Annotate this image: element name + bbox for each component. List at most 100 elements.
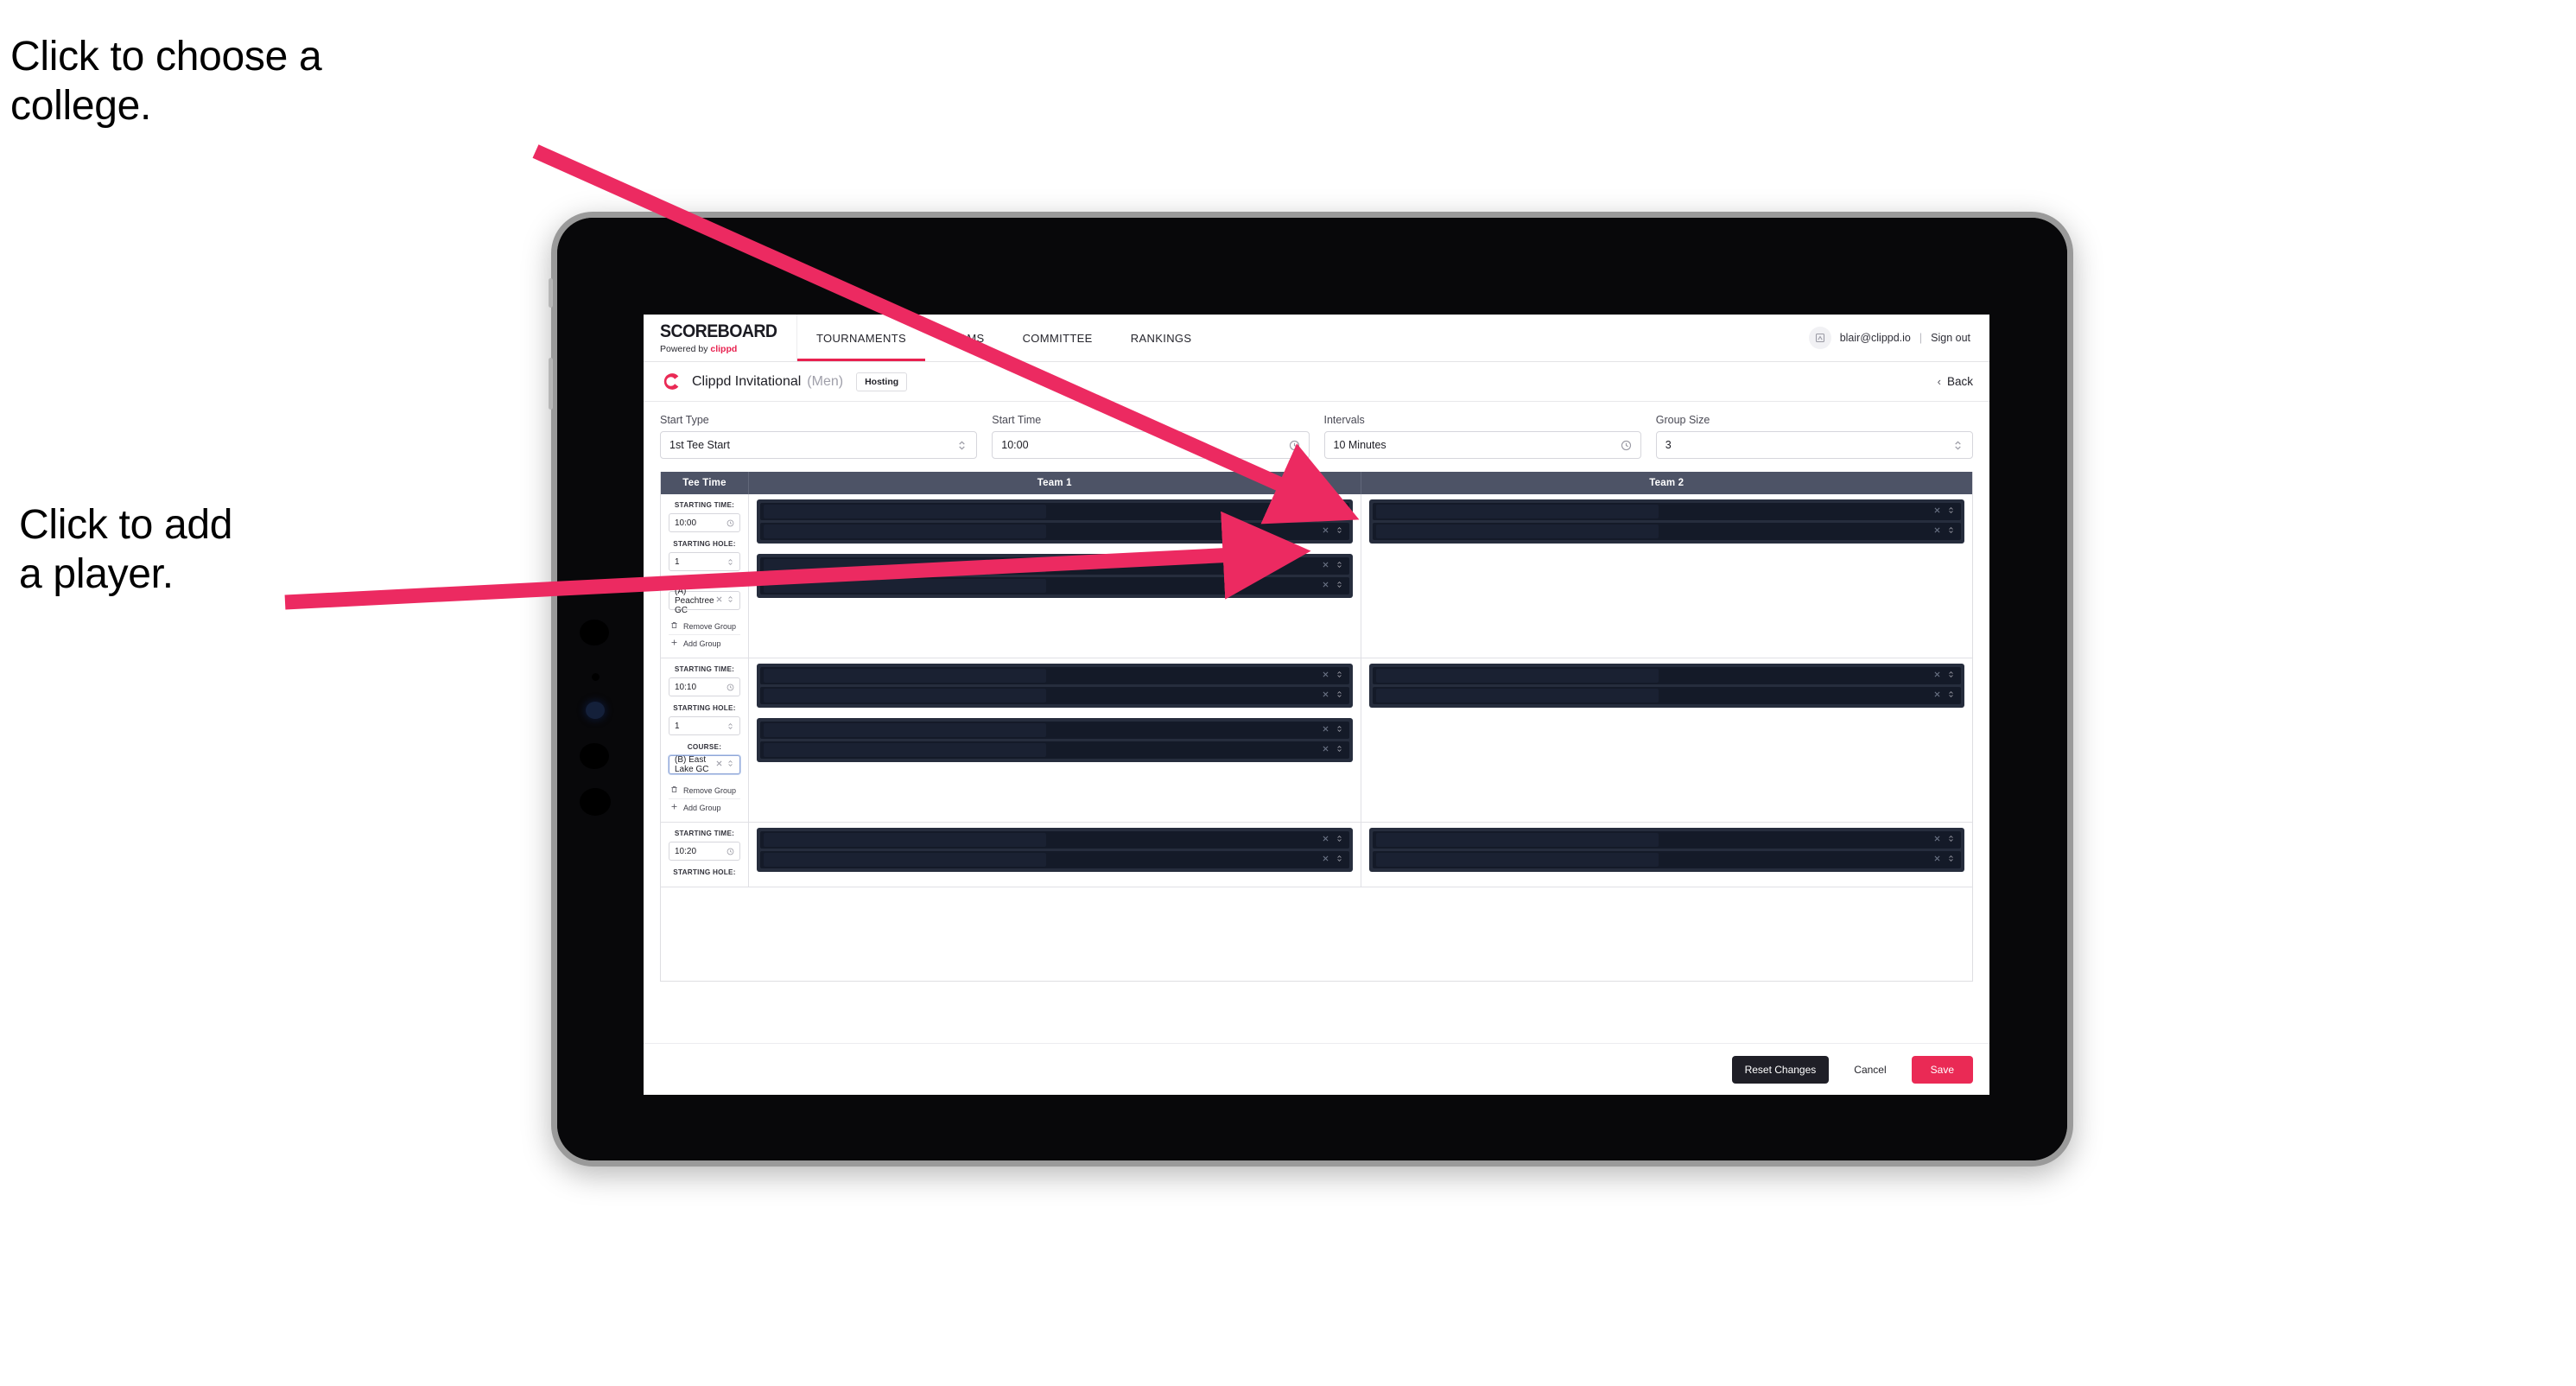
nav-item-tournaments[interactable]: TOURNAMENTS [797, 315, 925, 361]
player-row-actions[interactable] [1322, 835, 1343, 845]
group-card[interactable] [1368, 499, 1964, 544]
clear-player-icon[interactable] [1933, 506, 1941, 517]
player-row[interactable] [1372, 503, 1961, 520]
clear-course-icon[interactable] [715, 595, 723, 606]
group-card[interactable] [757, 499, 1353, 544]
updown-chevron-icon[interactable] [1336, 506, 1343, 517]
player-row-actions[interactable] [1322, 561, 1343, 571]
clear-player-icon[interactable] [1322, 690, 1329, 701]
player-row[interactable] [760, 557, 1349, 575]
updown-chevron-icon[interactable] [1336, 725, 1343, 735]
group-card[interactable] [757, 828, 1353, 872]
nav-item-teams[interactable]: TEAMS [925, 315, 1004, 361]
player-row-actions[interactable] [1322, 526, 1343, 537]
sign-out-link[interactable]: Sign out [1931, 332, 1970, 344]
clear-player-icon[interactable] [1933, 690, 1941, 701]
reset-changes-button[interactable]: Reset Changes [1731, 1055, 1830, 1084]
remove-group-button[interactable]: Remove Group [669, 782, 740, 798]
player-row-actions[interactable] [1322, 690, 1343, 701]
clear-player-icon[interactable] [1322, 855, 1329, 865]
starting-time-input[interactable]: 10:10 [669, 677, 740, 696]
brand-logo[interactable]: SCOREBOARD Powered by clippd [644, 315, 797, 361]
updown-chevron-icon[interactable] [1336, 690, 1343, 701]
player-row[interactable] [1372, 523, 1961, 540]
updown-chevron-icon[interactable] [1947, 690, 1955, 701]
updown-chevron-icon[interactable] [1336, 526, 1343, 537]
updown-chevron-icon[interactable] [1336, 835, 1343, 845]
clear-player-icon[interactable] [1322, 835, 1329, 845]
starting-hole-stepper[interactable]: 1 [669, 552, 740, 571]
course-select[interactable]: (A) Peachtree GC [669, 587, 740, 615]
clear-player-icon[interactable] [1322, 725, 1329, 735]
nav-item-rankings[interactable]: RANKINGS [1112, 315, 1211, 361]
cancel-button[interactable]: Cancel [1841, 1056, 1899, 1084]
player-row-actions[interactable] [1933, 526, 1955, 537]
add-group-button[interactable]: Add Group [669, 634, 740, 652]
clear-course-icon[interactable] [715, 760, 723, 770]
add-group-button[interactable]: Add Group [669, 798, 740, 816]
course-field-icons[interactable] [715, 595, 734, 606]
save-button[interactable]: Save [1911, 1055, 1973, 1084]
player-row-actions[interactable] [1322, 671, 1343, 681]
updown-chevron-icon[interactable] [726, 760, 734, 770]
course-select[interactable]: (B) East Lake GC [669, 755, 740, 774]
player-row[interactable] [1372, 667, 1961, 684]
clear-player-icon[interactable] [1322, 561, 1329, 571]
player-row[interactable] [760, 667, 1349, 684]
starting-time-input[interactable]: 10:20 [669, 842, 740, 861]
intervals-input[interactable]: 10 Minutes [1323, 431, 1641, 459]
updown-chevron-icon[interactable] [1947, 855, 1955, 865]
clear-player-icon[interactable] [1933, 855, 1941, 865]
player-row[interactable] [1372, 687, 1961, 704]
remove-group-button[interactable]: Remove Group [669, 618, 740, 634]
start-type-select[interactable]: 1st Tee Start [660, 431, 978, 459]
updown-chevron-icon[interactable] [1336, 581, 1343, 591]
clear-player-icon[interactable] [1322, 581, 1329, 591]
clear-player-icon[interactable] [1322, 506, 1329, 517]
clear-player-icon[interactable] [1322, 745, 1329, 755]
group-size-stepper[interactable]: 3 [1655, 431, 1973, 459]
updown-chevron-icon[interactable] [1336, 745, 1343, 755]
player-row[interactable] [760, 831, 1349, 849]
updown-chevron-icon[interactable] [1947, 526, 1955, 537]
user-avatar-icon[interactable] [1808, 327, 1831, 349]
player-row[interactable] [1372, 831, 1961, 849]
back-button[interactable]: ‹ Back [1938, 375, 1973, 388]
player-row[interactable] [760, 722, 1349, 739]
player-row-actions[interactable] [1322, 855, 1343, 865]
group-card[interactable] [757, 554, 1353, 598]
player-row[interactable] [1372, 851, 1961, 868]
player-row-actions[interactable] [1933, 855, 1955, 865]
player-row[interactable] [760, 687, 1349, 704]
player-row-actions[interactable] [1322, 745, 1343, 755]
clear-player-icon[interactable] [1322, 526, 1329, 537]
starting-hole-stepper[interactable]: 1 [669, 716, 740, 735]
player-row[interactable] [760, 503, 1349, 520]
group-card[interactable] [1368, 828, 1964, 872]
updown-chevron-icon[interactable] [1947, 506, 1955, 517]
updown-chevron-icon[interactable] [1336, 855, 1343, 865]
player-row-actions[interactable] [1322, 506, 1343, 517]
nav-item-committee[interactable]: COMMITTEE [1004, 315, 1112, 361]
start-time-input[interactable]: 10:00 [992, 431, 1310, 459]
clear-player-icon[interactable] [1322, 671, 1329, 681]
updown-chevron-icon[interactable] [1336, 561, 1343, 571]
player-row-actions[interactable] [1322, 725, 1343, 735]
updown-chevron-icon[interactable] [726, 595, 734, 606]
player-row[interactable] [760, 851, 1349, 868]
course-field-icons[interactable] [715, 760, 734, 770]
clear-player-icon[interactable] [1933, 671, 1941, 681]
clear-player-icon[interactable] [1933, 526, 1941, 537]
group-card[interactable] [1368, 664, 1964, 708]
player-row-actions[interactable] [1933, 671, 1955, 681]
group-card[interactable] [757, 718, 1353, 762]
player-row-actions[interactable] [1933, 506, 1955, 517]
player-row-actions[interactable] [1933, 690, 1955, 701]
player-row[interactable] [760, 577, 1349, 594]
player-row[interactable] [760, 523, 1349, 540]
starting-time-input[interactable]: 10:00 [669, 513, 740, 532]
player-row[interactable] [760, 741, 1349, 759]
player-row-actions[interactable] [1322, 581, 1343, 591]
updown-chevron-icon[interactable] [1947, 835, 1955, 845]
group-card[interactable] [757, 664, 1353, 708]
